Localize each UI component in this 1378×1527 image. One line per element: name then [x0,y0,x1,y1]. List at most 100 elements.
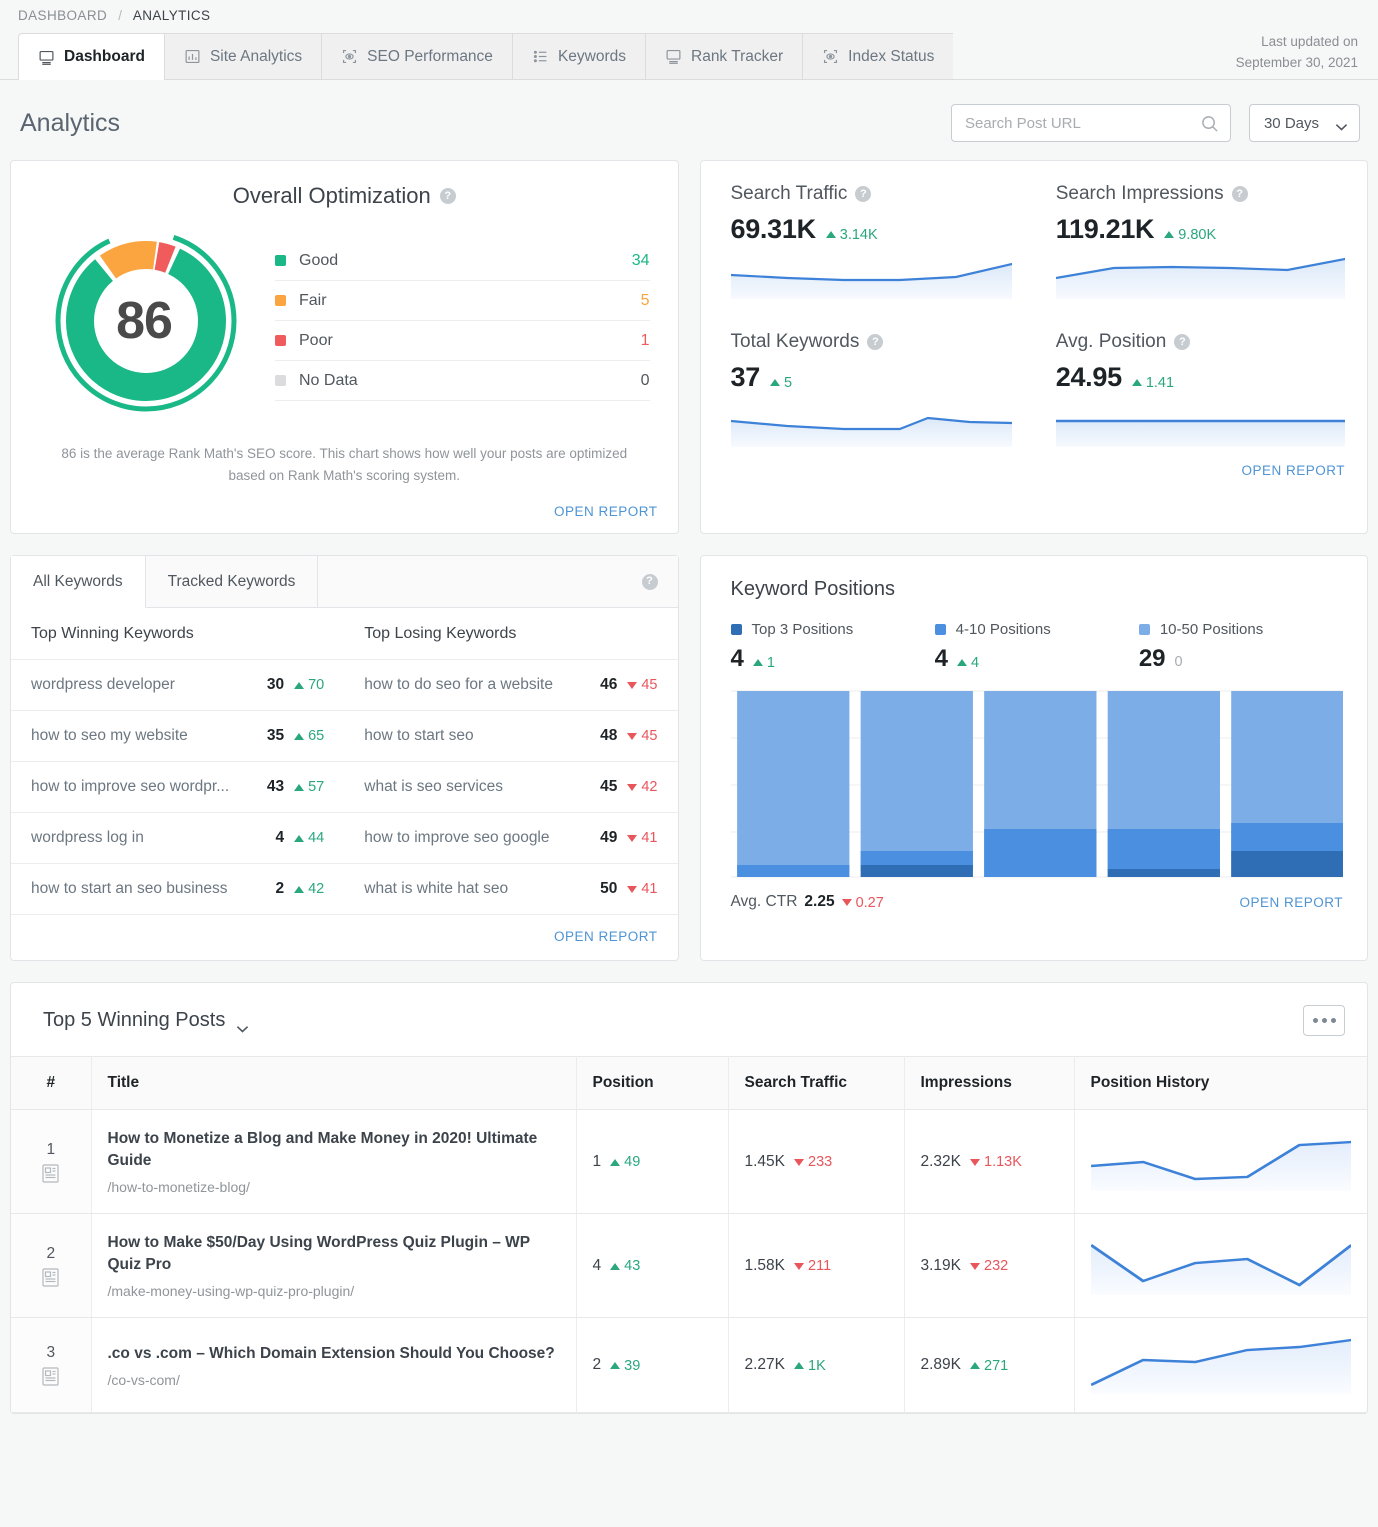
stat-label-text: Search Traffic [730,183,848,204]
open-report-link[interactable]: OPEN REPORT [1239,895,1343,910]
post-url: /co-vs-com/ [107,1371,180,1388]
tab-seo-performance[interactable]: SEO Performance [321,33,512,79]
tab-rank-tracker[interactable]: Rank Tracker [645,33,803,79]
open-report-link[interactable]: OPEN REPORT [554,929,658,944]
help-icon[interactable]: ? [1174,334,1191,350]
traffic-value: 1.45K 233 [745,1153,888,1171]
stat-delta: 1.41 [1131,374,1175,391]
date-range-select[interactable]: 30 Days [1248,104,1360,142]
tab-label: All Keywords [33,573,123,591]
open-report-link[interactable]: OPEN REPORT [31,486,658,519]
help-icon[interactable]: ? [641,573,658,590]
search-box[interactable] [950,104,1231,142]
keyword-delta: 42 [627,779,658,795]
position-delta: 49 [610,1154,640,1170]
post-title[interactable]: How to Monetize a Blog and Make Money in… [108,1128,560,1172]
position-cell: 4 43 [576,1213,729,1319]
legend-label: 4-10 Positions [955,621,1051,639]
keyword-losing-cell[interactable]: how to improve seo google 49 41 [344,813,677,863]
legend-delta-value: 4 [971,654,980,671]
legend-delta-value: 1 [766,654,775,671]
impressions-delta-value: 271 [984,1357,1009,1374]
overall-optimization-body: 86 Good 34 Fair 5 Poor 1 No Data 0 [31,221,658,421]
position-history-sparkline [1090,1133,1351,1191]
keyword-losing-cell[interactable]: what is seo services 45 42 [344,762,677,812]
legend-item-top3: Top 3 Positions 4 1 [730,621,935,673]
legend-delta: 4 [957,655,979,671]
keyword-delta-value: 70 [308,677,325,694]
help-icon[interactable]: ? [1231,186,1248,202]
stat-delta-value: 1.41 [1145,374,1175,391]
help-icon[interactable]: ? [855,186,872,202]
impressions-delta: 271 [970,1358,1008,1374]
legend-swatch-fair [275,295,286,306]
col-header-search-traffic: Search Traffic [728,1056,905,1111]
tab-all-keywords[interactable]: All Keywords [11,556,146,609]
keyword-name: wordpress developer [31,676,175,694]
position-number: 2 [592,1356,602,1374]
help-icon[interactable]: ? [867,334,884,350]
page-title: Analytics [20,108,121,137]
position-number: 1 [592,1152,602,1170]
document-icon [27,1164,75,1183]
main-tab-bar: Dashboard Site Analytics SEO Performance… [0,33,1378,80]
tab-site-analytics[interactable]: Site Analytics [163,33,322,79]
keyword-losing-cell[interactable]: how to start seo 48 45 [344,711,677,761]
tab-label: Tracked Keywords [167,573,296,591]
keyword-losing-cell[interactable]: what is white hat seo 50 41 [344,864,677,914]
row-number: 2 [46,1244,56,1262]
tab-label: Dashboard [64,48,145,65]
avg-ctr-label: Avg. CTR [730,893,798,911]
arrow-up-icon [610,1262,621,1270]
chevron-down-icon[interactable] [236,1016,249,1033]
stat-value-row: 24.95 1.41 [1056,362,1345,393]
legend-label: Poor [299,331,333,349]
bar-chart-icon [184,48,201,65]
post-title[interactable]: .co vs .com – Which Domain Extension Sho… [108,1343,560,1365]
stat-value: 37 [730,362,761,392]
stat-label: Search Traffic ? [731,183,1012,205]
card-title-text: Overall Optimization [232,183,431,208]
open-report-link[interactable]: OPEN REPORT [701,453,1368,478]
position-history-sparkline [1090,1237,1351,1295]
impressions-value: 3.19K 232 [921,1257,1058,1275]
traffic-cell: 2.27K 1K [728,1317,905,1414]
chevron-down-icon [1335,119,1348,131]
keyword-winning-cell[interactable]: how to seo my website 35 65 [11,711,344,761]
position-delta-value: 49 [624,1154,641,1171]
tab-keywords[interactable]: Keywords [511,33,645,79]
legend-item-poor: Poor 1 [275,321,650,361]
keyword-row: wordpress developer 30 70 how to do seo … [11,660,678,712]
keyword-winning-cell[interactable]: wordpress developer 30 70 [11,660,344,710]
row-number-cell: 1 [11,1109,92,1215]
search-icon[interactable] [1200,114,1219,133]
overall-optimization-card: Overall Optimization ? 86 Good 34 Fair 5… [10,160,679,535]
position-value: 1 49 [593,1153,712,1171]
ellipsis-icon[interactable] [1303,1005,1345,1037]
breadcrumb-parent[interactable]: DASHBOARD [18,8,107,23]
col-header-impressions: Impressions [904,1056,1075,1111]
col-header-number: # [11,1056,92,1111]
keyword-winning-cell[interactable]: wordpress log in 4 44 [11,813,344,863]
help-icon[interactable]: ? [439,188,456,204]
monitor-icon [665,48,682,65]
keyword-positions-card: Keyword Positions Top 3 Positions 4 1 4-… [699,555,1368,962]
posts-table-head: # Title Position Search Traffic Impressi… [11,1056,1367,1111]
top-winning-posts-title[interactable]: Top 5 Winning Posts [43,1009,249,1033]
legend-item-good: Good 34 [275,241,650,281]
search-input[interactable] [964,114,1200,132]
tab-tracked-keywords[interactable]: Tracked Keywords [145,556,319,608]
eye-frame-icon [341,48,358,65]
keyword-winning-cell[interactable]: how to improve seo wordpr... 43 57 [11,762,344,812]
keyword-name: wordpress log in [31,829,144,847]
keyword-winning-cell[interactable]: how to start an seo business 2 42 [11,864,344,914]
post-title[interactable]: How to Make $50/Day Using WordPress Quiz… [108,1232,560,1276]
stat-delta: 9.80K [1164,227,1216,243]
tab-index-status[interactable]: Index Status [802,33,954,79]
keyword-losing-cell[interactable]: how to do seo for a website 46 45 [344,660,677,710]
stat-total-keywords: Total Keywords ? 37 5 [701,305,1034,453]
impressions-number: 2.89K [920,1356,962,1374]
stat-value: 119.21K [1055,214,1155,244]
keyword-delta-value: 42 [308,881,325,898]
tab-dashboard[interactable]: Dashboard [18,33,164,80]
